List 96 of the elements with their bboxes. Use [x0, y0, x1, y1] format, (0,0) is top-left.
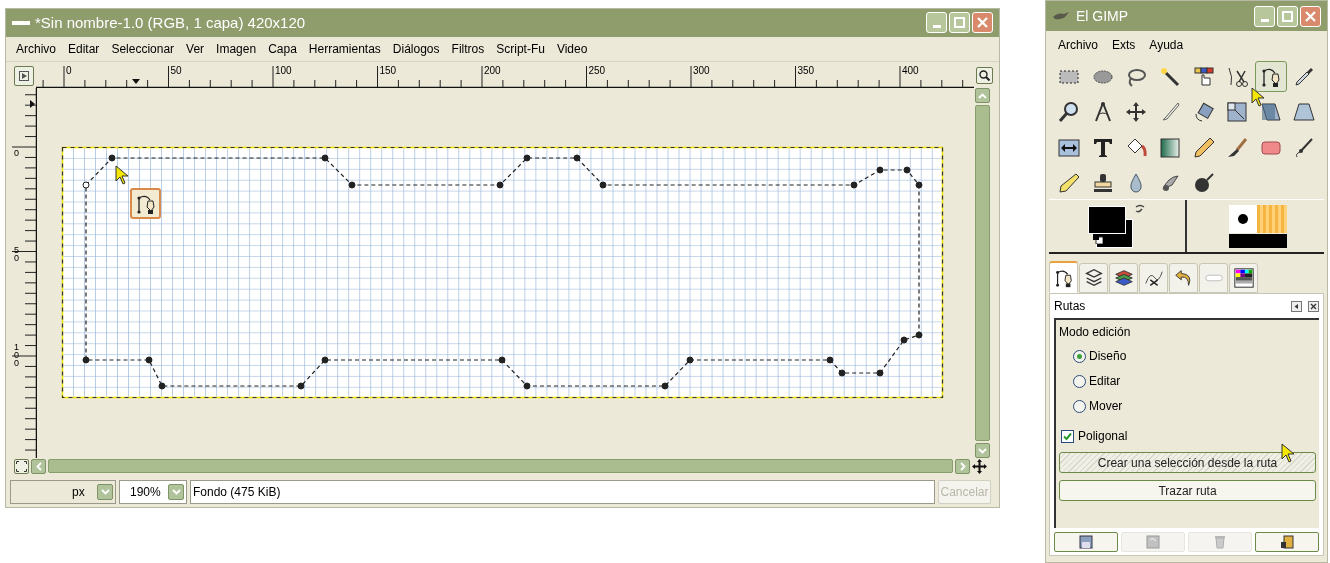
panel-title: Rutas [1054, 298, 1087, 315]
radio-option[interactable]: Mover [1073, 397, 1316, 415]
corners-icon [16, 460, 27, 472]
color-palette-icon [1232, 267, 1255, 289]
pencil-icon [1191, 135, 1216, 160]
cursor-icon [1281, 443, 1295, 463]
menu-item[interactable]: Exts [1112, 36, 1136, 54]
maximize-icon [954, 17, 965, 29]
minimize-icon [1260, 18, 1269, 22]
maximize-button[interactable] [1277, 5, 1298, 27]
close-button[interactable] [1300, 5, 1321, 27]
colored-layers-icon [1112, 267, 1135, 289]
minimize-button[interactable] [1254, 5, 1275, 27]
close-icon[interactable] [1308, 300, 1319, 312]
scale-icon [1225, 100, 1250, 124]
magnifier-icon [1057, 100, 1081, 124]
menu-item[interactable]: Video [556, 40, 588, 59]
menu-item[interactable]: Filtros [451, 40, 485, 59]
ruler-label: 350 [797, 65, 815, 77]
move-arrows-icon[interactable] [972, 458, 987, 474]
export-icon [1279, 534, 1295, 550]
minimize-button[interactable] [926, 12, 947, 34]
floppy-icon [1078, 534, 1094, 550]
panel-action-button[interactable] [1255, 532, 1319, 552]
menu-item[interactable]: Diálogos [392, 40, 440, 59]
duplicate-icon [1145, 534, 1161, 550]
maximize-button[interactable] [949, 12, 970, 34]
close-button[interactable] [972, 12, 993, 34]
menu-item[interactable]: Archivo [1058, 36, 1098, 54]
panel-action-button[interactable] [1054, 532, 1118, 552]
window-menu-icon[interactable] [12, 19, 30, 26]
dock-tab[interactable] [1049, 261, 1078, 293]
close-icon [1305, 10, 1316, 22]
ruler-label: 250 [588, 65, 606, 77]
menu-item[interactable]: Herramientas [308, 40, 381, 59]
action-button[interactable]: Trazar ruta [1059, 480, 1316, 501]
ruler-label: 400 [902, 65, 919, 77]
ruler-label: 150 [379, 65, 397, 77]
menu-item[interactable]: Imagen [216, 40, 257, 59]
pointing-hand-icon [1191, 64, 1216, 89]
perspective-icon [1292, 100, 1317, 124]
dock-tab[interactable] [1109, 263, 1138, 293]
window-title: El GIMP [1076, 6, 1130, 26]
ruler-label: 300 [693, 65, 710, 77]
dock-tab[interactable] [1139, 263, 1168, 293]
checkbox-option[interactable]: Poligonal [1059, 427, 1316, 445]
menu-item[interactable]: Ayuda [1149, 36, 1184, 54]
default-colors-icon[interactable] [1093, 234, 1103, 244]
maximize-icon [1282, 10, 1293, 22]
ruler-label: 50 [14, 246, 20, 263]
play-icon [19, 71, 29, 82]
menu-item[interactable]: Ver [186, 40, 205, 59]
brush-preview-icon[interactable] [1228, 204, 1257, 233]
radio-option[interactable]: Editar [1073, 372, 1316, 390]
menu-item[interactable]: Archivo [16, 40, 56, 59]
close-icon [977, 17, 988, 29]
magnifier-icon [979, 70, 990, 82]
cursor-icon [1251, 87, 1265, 107]
ruler-label: 100 [275, 65, 292, 77]
dock-tab[interactable] [1079, 263, 1108, 293]
quick-mask-button[interactable] [14, 66, 34, 87]
ruler-label: 100 [14, 343, 20, 368]
dock-tab[interactable] [1229, 263, 1258, 293]
scrollbar-thumb[interactable] [974, 105, 990, 442]
ruler-label: 50 [170, 65, 182, 77]
trash-icon [1212, 534, 1228, 550]
menu-item[interactable]: Script-Fu [496, 40, 545, 59]
tool-button[interactable] [1254, 61, 1287, 92]
tab-menu-icon[interactable] [1291, 300, 1302, 312]
layers-icon [1082, 267, 1105, 289]
action-button[interactable]: Crear una selección desde la ruta [1059, 452, 1316, 473]
ink-pen-icon [1057, 171, 1081, 195]
menu-item[interactable]: Seleccionar [111, 40, 175, 59]
gradient-icon [1157, 135, 1182, 160]
status-message: Fondo (475 KiB) [190, 480, 935, 505]
ruler-label: 0 [14, 149, 20, 158]
vertical-scrollbar[interactable] [973, 88, 991, 459]
tool-cursor-icon [130, 188, 161, 220]
checkmark-icon [1063, 431, 1072, 441]
minimize-icon [932, 25, 941, 29]
horizontal-scrollbar-thumb[interactable] [48, 459, 953, 474]
ruler-label: 0 [66, 65, 72, 77]
shear-icon [1258, 100, 1283, 124]
color-swatches-drawing[interactable] [1088, 206, 1133, 248]
menu-item[interactable]: Editar [68, 40, 100, 59]
ruler-label: 200 [484, 65, 501, 77]
navigate-button[interactable] [14, 458, 29, 474]
window-title: *Sin nombre-1.0 (RGB, 1 capa) 420x120 [35, 12, 307, 33]
zoom-button[interactable] [976, 67, 993, 85]
zoom-dropdown[interactable]: 190% [119, 480, 187, 505]
group-label: Modo edición [1059, 324, 1132, 341]
radio-option[interactable]: Diseño [1073, 347, 1316, 365]
gradient-preview[interactable] [1228, 233, 1287, 248]
swap-arrow-icon[interactable] [1134, 203, 1146, 215]
cursor-icon [115, 165, 129, 186]
menu-item[interactable]: Capa [268, 40, 297, 59]
